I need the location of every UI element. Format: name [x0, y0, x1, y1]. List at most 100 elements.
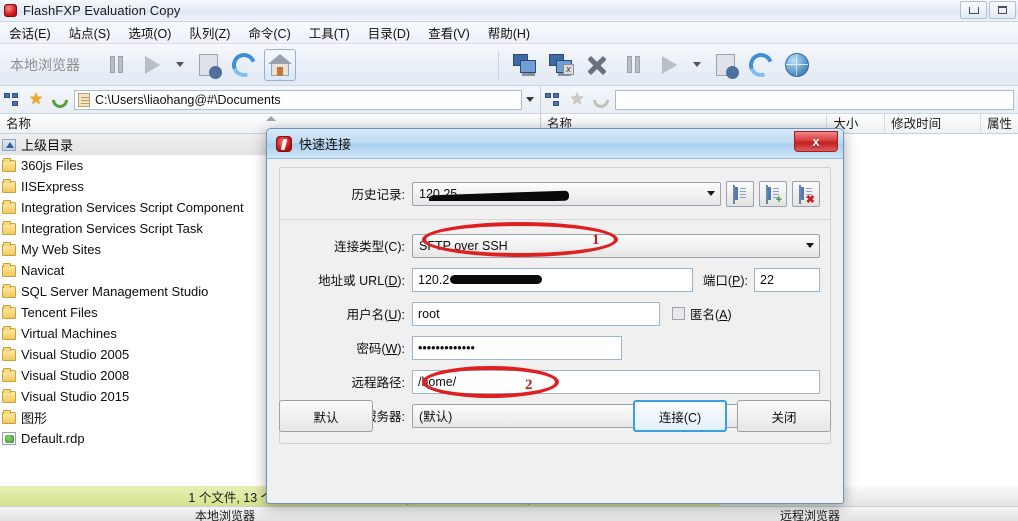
history-dropdown-icon[interactable]	[702, 191, 720, 196]
chevron-down-icon	[176, 62, 184, 67]
connect-button[interactable]	[509, 49, 541, 81]
username-value: root	[418, 306, 440, 321]
local-address-bar: ★ C:\Users\liaohang@#\Documents	[0, 86, 540, 114]
start-transfer-button[interactable]	[136, 49, 168, 81]
remote-path-label: 远程路径:	[351, 376, 405, 390]
remote-path-input[interactable]	[615, 89, 1014, 110]
bookmark-star-icon[interactable]: ★	[27, 91, 45, 109]
menu-directory[interactable]: 目录(D)	[359, 21, 419, 44]
address-input[interactable]: 120.2	[412, 267, 693, 292]
menu-view[interactable]: 查看(V)	[419, 21, 479, 44]
file-name: Navicat	[21, 263, 65, 278]
folder-icon	[2, 157, 16, 172]
add-site-button[interactable]: +	[759, 180, 787, 207]
abort-button[interactable]	[581, 49, 613, 81]
resume-queue-button[interactable]	[653, 49, 685, 81]
pause-queue-button[interactable]	[617, 49, 649, 81]
transfer-options-dropdown[interactable]	[172, 49, 188, 81]
file-name: Tencent Files	[21, 305, 98, 320]
tab-local-browser[interactable]: 本地浏览器	[195, 507, 255, 521]
site-manager-icon[interactable]	[544, 91, 562, 109]
column-attributes[interactable]: 属性	[981, 114, 1018, 134]
menubar: 会话(E) 站点(S) 选项(O) 队列(Z) 命令(C) 工具(T) 目录(D…	[0, 22, 1018, 44]
disconnect-button[interactable]: x	[545, 49, 577, 81]
maximize-button[interactable]	[989, 1, 1016, 19]
disconnect-icon: x	[549, 53, 574, 76]
menu-tools[interactable]: 工具(T)	[300, 21, 359, 44]
port-input[interactable]: 22	[754, 267, 820, 292]
file-name: 360js Files	[21, 158, 84, 173]
pause-icon	[109, 56, 123, 73]
pause-transfer-button[interactable]	[100, 49, 132, 81]
play-icon	[144, 55, 160, 74]
address-label: 地址或 URL(D):	[318, 274, 405, 288]
tab-remote-browser[interactable]: 远程浏览器	[780, 507, 840, 521]
home-icon	[268, 53, 292, 76]
local-path-input[interactable]: C:\Users\liaohang@#\Documents	[74, 89, 522, 110]
username-label: 用户名(U):	[346, 308, 405, 322]
app-logo-icon	[4, 4, 17, 17]
undo-icon[interactable]	[589, 88, 613, 111]
remote-path-row: 远程路径: /home/	[290, 368, 820, 395]
anonymous-checkbox-wrap[interactable]: 匿名(A)	[672, 304, 732, 323]
play-icon	[661, 55, 677, 74]
list-icon	[733, 184, 735, 204]
bookmark-star-icon[interactable]: ★	[568, 91, 586, 109]
undo-icon[interactable]	[48, 88, 72, 111]
menu-queue[interactable]: 队列(Z)	[180, 21, 239, 44]
home-button[interactable]	[264, 48, 296, 81]
connect-icon	[513, 53, 537, 76]
menu-sites[interactable]: 站点(S)	[60, 21, 120, 44]
folder-icon	[2, 388, 16, 403]
port-value: 22	[760, 272, 774, 287]
queue-options-dropdown[interactable]	[689, 49, 705, 81]
refresh-button[interactable]	[228, 48, 260, 81]
refresh-icon	[228, 48, 260, 81]
site-manager-icon[interactable]	[3, 91, 21, 109]
file-name: Integration Services Script Component	[21, 200, 244, 215]
folder-icon	[2, 367, 16, 382]
browser-tab-row: 本地浏览器 远程浏览器	[0, 506, 1018, 521]
sort-indicator-icon	[266, 116, 276, 121]
column-modified[interactable]: 修改时间	[885, 113, 981, 134]
browse-web-button[interactable]	[781, 49, 813, 81]
connection-type-value: SFTP over SSH	[419, 238, 508, 253]
password-input[interactable]: •••••••••••••	[412, 335, 622, 360]
menu-options[interactable]: 选项(O)	[119, 21, 180, 44]
connection-type-dropdown-icon[interactable]	[801, 243, 819, 248]
default-button[interactable]: 默认	[279, 400, 373, 432]
folder-doc-icon	[78, 92, 90, 107]
address-value: 120.2	[418, 272, 450, 287]
site-manager-button[interactable]	[726, 180, 754, 207]
local-path-dropdown-icon[interactable]	[526, 97, 534, 102]
toolbar-divider	[498, 50, 499, 79]
window-controls	[960, 1, 1016, 19]
connection-type-row: 连接类型(C): SFTP over SSH	[290, 232, 820, 259]
minimize-button[interactable]	[960, 1, 987, 19]
dialog-close-button[interactable]: x	[794, 131, 838, 152]
connection-type-combo[interactable]: SFTP over SSH	[412, 233, 820, 258]
dialog-body: 历史记录: 120.25. + ✖ 连接类型(C): SFTP over SSH…	[267, 159, 843, 444]
file-name: Visual Studio 2008	[21, 368, 130, 383]
menu-commands[interactable]: 命令(C)	[239, 21, 299, 44]
history-row: 历史记录: 120.25. + ✖	[290, 180, 820, 207]
remote-path-input[interactable]: /home/	[412, 369, 820, 394]
folder-icon	[2, 283, 16, 298]
download-button[interactable]	[192, 49, 224, 81]
username-input[interactable]: root	[412, 301, 660, 326]
remote-download-button[interactable]	[709, 49, 741, 81]
menu-session[interactable]: 会话(E)	[0, 21, 60, 44]
close-button[interactable]: 关闭	[737, 400, 831, 432]
remote-address-bar: ★	[540, 86, 1018, 114]
folder-icon	[2, 346, 16, 361]
x-badge-icon: ✖	[805, 193, 815, 206]
anonymous-checkbox[interactable]	[672, 307, 685, 320]
pause-icon	[626, 56, 640, 73]
delete-site-button[interactable]: ✖	[792, 180, 820, 207]
file-name: Virtual Machines	[21, 326, 117, 341]
file-name: IISExpress	[21, 179, 84, 194]
connect-button[interactable]: 连接(C)	[633, 400, 727, 432]
menu-help[interactable]: 帮助(H)	[479, 21, 539, 44]
history-combo[interactable]: 120.25.	[412, 181, 721, 206]
remote-refresh-button[interactable]	[745, 48, 777, 81]
